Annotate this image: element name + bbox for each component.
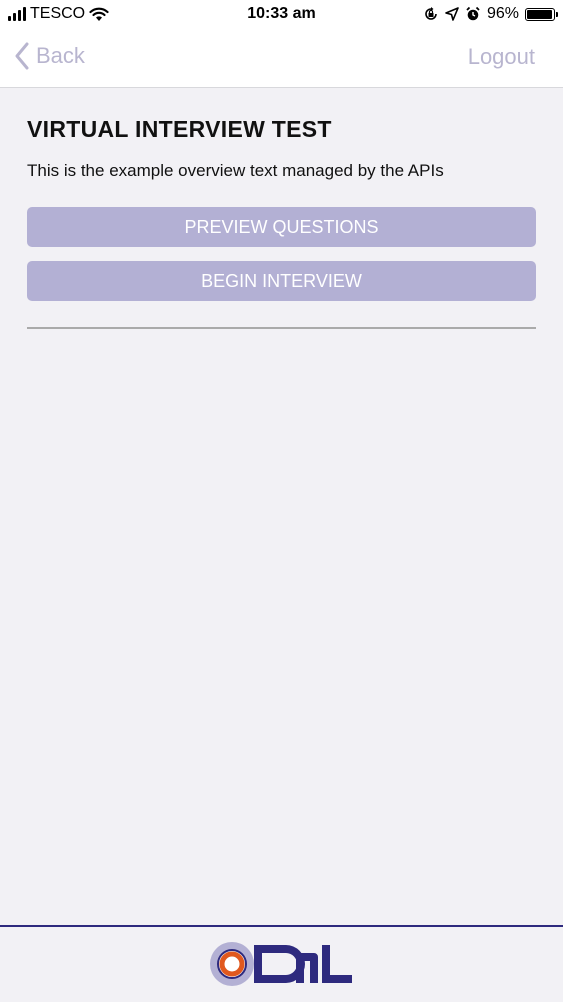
back-label: Back [36,43,85,68]
orientation-lock-icon [425,7,437,20]
main-content: VIRTUAL INTERVIEW TEST This is the examp… [27,88,536,329]
back-button[interactable]: Back [14,42,85,70]
battery-percent: 96% [486,5,519,22]
page-title: VIRTUAL INTERVIEW TEST [27,116,332,142]
footer [0,925,563,1002]
begin-interview-button[interactable]: BEGIN INTERVIEW [27,261,536,301]
divider [27,327,536,329]
location-icon [445,7,459,21]
logout-button[interactable]: Logout [468,44,535,70]
odl-logo [210,942,352,986]
alarm-icon [466,6,480,21]
battery-icon [525,7,558,21]
nav-bar: Back Logout [0,30,563,88]
preview-questions-button[interactable]: PREVIEW QUESTIONS [27,207,536,247]
chevron-left-icon [15,42,29,70]
overview-text: This is the example overview text manage… [27,161,444,180]
battery-fill [527,9,552,19]
status-right: 96% [423,5,558,23]
status-bar: TESCO 10:33 am 96% [0,0,563,30]
